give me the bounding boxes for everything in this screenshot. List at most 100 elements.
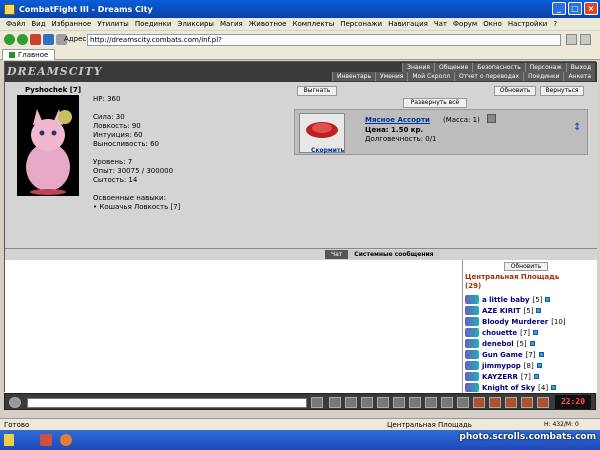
refresh-button[interactable]: Обновить: [494, 86, 536, 96]
item-name[interactable]: Мясное Ассорти: [365, 116, 430, 124]
list-item[interactable]: a little baby [5]: [465, 294, 566, 305]
user-name[interactable]: KAYZERR: [482, 373, 518, 381]
menu-pet[interactable]: Животное: [249, 20, 287, 28]
nav-exit[interactable]: Выход: [565, 63, 595, 72]
menu-settings[interactable]: Настройки: [508, 20, 548, 28]
map-icon[interactable]: [505, 397, 517, 408]
user-name[interactable]: a little baby: [482, 296, 530, 304]
feed-link[interactable]: Скормить: [311, 147, 344, 154]
tab-main[interactable]: Главное: [2, 49, 56, 60]
info-icon[interactable]: [551, 385, 557, 390]
user-name[interactable]: Gun Game: [482, 351, 523, 359]
back-arrow-icon[interactable]: [4, 34, 15, 45]
smile-icon[interactable]: [9, 397, 21, 408]
nav-fights[interactable]: Поединки: [523, 72, 564, 81]
start-icon[interactable]: [4, 434, 14, 446]
menu-chat[interactable]: Чат: [434, 20, 447, 28]
chat-log[interactable]: [5, 260, 462, 393]
user-name[interactable]: AZE KIRIT: [482, 307, 521, 315]
window-titlebar: CombatFight III - Dreams City _ □ ×: [0, 0, 600, 18]
menu-elixirs[interactable]: Эликсиры: [177, 20, 214, 28]
go-icon[interactable]: [566, 34, 577, 45]
menu-forum[interactable]: Форум: [453, 20, 477, 28]
tab-chat[interactable]: Чат: [325, 250, 349, 259]
fight-icon[interactable]: [441, 397, 453, 408]
info-icon[interactable]: [538, 352, 544, 357]
nav-inventory[interactable]: Инвентарь: [331, 72, 376, 81]
taskbar-app-icon[interactable]: [40, 434, 52, 446]
firefox-icon[interactable]: [60, 434, 72, 446]
menu-file[interactable]: Файл: [6, 20, 25, 28]
sort-arrows-icon[interactable]: ↕: [573, 122, 581, 133]
mail-icon[interactable]: [489, 397, 501, 408]
expand-all-button[interactable]: Развернуть всё: [403, 98, 467, 108]
tab-system-messages[interactable]: Системные сообщения: [348, 250, 440, 259]
info-icon[interactable]: [536, 363, 542, 368]
menu-window[interactable]: Окно: [483, 20, 502, 28]
menu-view[interactable]: Вид: [31, 20, 45, 28]
address-input[interactable]: http://dreamscity.combats.com/inf.pl?: [87, 34, 561, 46]
item-price: Цена: 1.50 кр.: [365, 126, 424, 134]
user-name[interactable]: chouette: [482, 329, 517, 337]
scroll-icon[interactable]: [409, 397, 421, 408]
list-item[interactable]: chouette [7]: [465, 327, 566, 338]
inventory-icon[interactable]: [457, 397, 469, 408]
online-refresh-button[interactable]: Обновить: [504, 262, 548, 271]
user-name[interactable]: Bloody Murderer: [482, 318, 548, 326]
emoticon-icon[interactable]: [425, 397, 437, 408]
nav-my-scroll[interactable]: Мой Скролл: [407, 72, 454, 81]
list-item[interactable]: jimmypop [8]: [465, 360, 566, 371]
close-button[interactable]: ×: [584, 2, 598, 15]
clear-icon[interactable]: [329, 397, 341, 408]
tools-icon[interactable]: [580, 34, 591, 45]
online-list: Обновить Центральная Площадь (29) a litt…: [462, 260, 597, 393]
settings-icon[interactable]: [537, 397, 549, 408]
maximize-button[interactable]: □: [568, 2, 582, 15]
list-item[interactable]: KAYZERR [7]: [465, 371, 566, 382]
info-panel-icon[interactable]: [521, 397, 533, 408]
forward-arrow-icon[interactable]: [17, 34, 28, 45]
chat-private-icon[interactable]: [361, 397, 373, 408]
nav-character[interactable]: Персонаж: [524, 63, 566, 72]
list-item[interactable]: Knight of Sky [4]: [465, 382, 566, 393]
trade-icon[interactable]: [473, 397, 485, 408]
menu-sets[interactable]: Комплекты: [293, 20, 335, 28]
list-item[interactable]: AZE KIRIT [5]: [465, 305, 566, 316]
info-icon[interactable]: [533, 374, 539, 379]
menu-utilities[interactable]: Утилиты: [97, 20, 129, 28]
chat-input[interactable]: [27, 398, 307, 408]
nav-transfer-report[interactable]: Отчет о переводах: [453, 72, 524, 81]
chat-filter-icon[interactable]: [345, 397, 357, 408]
nav-profile[interactable]: Анкета: [563, 72, 595, 81]
nav-communication[interactable]: Общение: [433, 63, 473, 72]
user-name[interactable]: denebol: [482, 340, 514, 348]
list-item[interactable]: denebol [5]: [465, 338, 566, 349]
list-item[interactable]: Bloody Murderer [10]: [465, 316, 566, 327]
menu-favorites[interactable]: Избранное: [52, 20, 92, 28]
info-icon[interactable]: [529, 341, 535, 346]
refresh-icon[interactable]: [43, 34, 54, 45]
nav-security[interactable]: Безопасность: [472, 63, 525, 72]
satiety-value: Сытость: 14: [93, 176, 138, 184]
menu-help[interactable]: ?: [553, 20, 557, 28]
info-icon[interactable]: [545, 297, 551, 302]
info-icon[interactable]: [536, 308, 542, 313]
menu-fights[interactable]: Поединки: [135, 20, 172, 28]
runner-icon[interactable]: [393, 397, 405, 408]
nav-knowledge[interactable]: Знания: [402, 63, 434, 72]
nav-skills[interactable]: Умения: [375, 72, 408, 81]
menu-characters[interactable]: Персонажи: [340, 20, 382, 28]
menu-magic[interactable]: Магия: [220, 20, 243, 28]
menu-navigation[interactable]: Навигация: [388, 20, 428, 28]
user-name[interactable]: jimmypop: [482, 362, 521, 370]
skills-title: Освоенные навыки:: [93, 194, 166, 202]
user-name[interactable]: Knight of Sky: [482, 384, 535, 392]
list-item[interactable]: Gun Game [7]: [465, 349, 566, 360]
send-icon[interactable]: [311, 397, 323, 408]
stop-icon[interactable]: [30, 34, 41, 45]
back-button[interactable]: Вернуться: [540, 86, 584, 96]
minimize-button[interactable]: _: [552, 2, 566, 15]
kick-button[interactable]: Выгнать: [297, 86, 337, 96]
chat-log-icon[interactable]: [377, 397, 389, 408]
info-icon[interactable]: [533, 330, 539, 335]
